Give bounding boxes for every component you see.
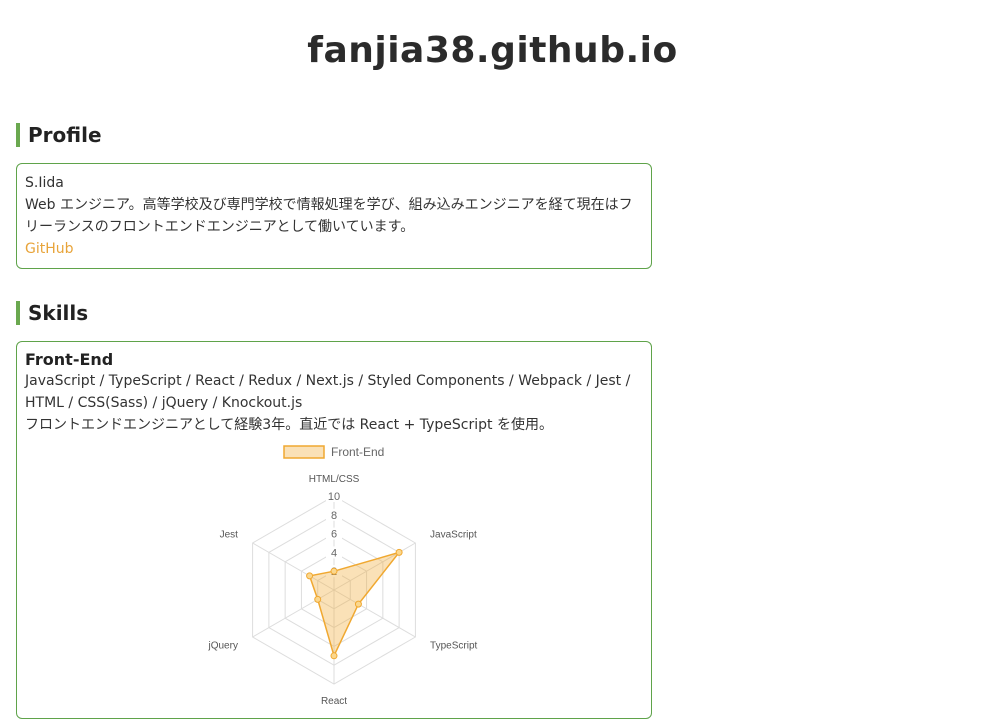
profile-heading: Profile	[16, 123, 102, 147]
profile-card: S.Iida Web エンジニア。高等学校及び専門学校で情報処理を学び、組み込み…	[16, 163, 652, 269]
radar-tick-label: 4	[331, 547, 337, 559]
radar-point	[395, 548, 403, 556]
radar-point	[330, 652, 338, 660]
radar-point	[354, 600, 362, 608]
radar-tick-label: 8	[331, 510, 337, 522]
radar-point	[330, 567, 338, 575]
skills-heading: Skills	[16, 301, 88, 325]
radar-point	[314, 595, 322, 603]
radar-category-label: jQuery	[207, 640, 237, 651]
frontend-radar-chart: 246810HTML/CSSJavaScriptTypeScriptReactj…	[207, 445, 477, 707]
frontend-tech-list: JavaScript / TypeScript / React / Redux …	[25, 373, 631, 411]
legend-label: Front-End	[331, 445, 384, 459]
frontend-note: フロントエンドエンジニアとして経験3年。直近では React + TypeScr…	[25, 417, 553, 433]
radar-category-label: React	[321, 696, 347, 707]
radar-category-label: JavaScript	[430, 530, 477, 541]
frontend-title: Front-End	[25, 350, 114, 369]
profile-bio: Web エンジニア。高等学校及び専門学校で情報処理を学び、組み込みエンジニアを経…	[25, 197, 633, 235]
github-link[interactable]: GitHub	[25, 241, 74, 257]
radar-category-label: HTML/CSS	[309, 474, 360, 485]
radar-category-label: Jest	[220, 530, 239, 541]
radar-tick-label: 10	[328, 491, 340, 503]
profile-name: S.Iida	[25, 175, 64, 191]
legend-swatch	[283, 445, 325, 459]
skills-card: Front-End JavaScript / TypeScript / Reac…	[16, 341, 652, 719]
radar-category-label: TypeScript	[430, 640, 477, 651]
radar-tick-label: 6	[331, 529, 337, 541]
site-title: fanjia38.github.io	[307, 30, 678, 71]
radar-point	[306, 572, 314, 580]
